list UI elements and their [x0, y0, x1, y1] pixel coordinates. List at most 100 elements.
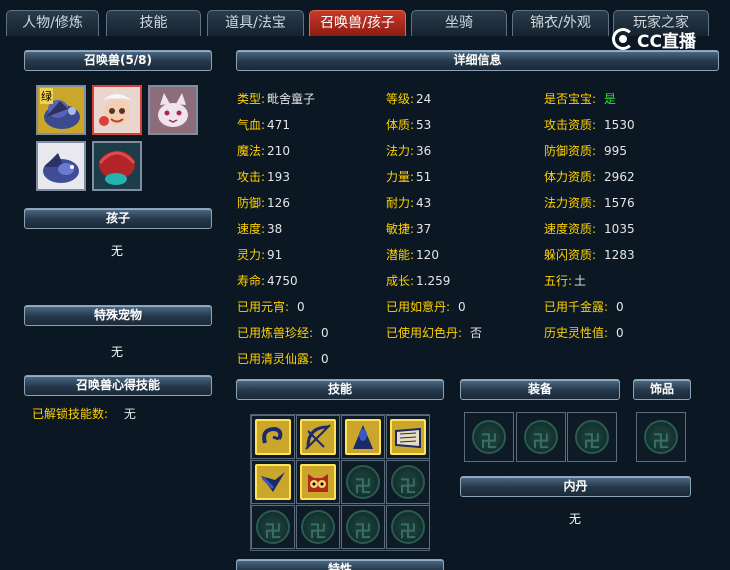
empty-slot-emblem-icon: [301, 510, 335, 544]
skill-slot-11-empty[interactable]: [341, 505, 385, 549]
tab-pets-children[interactable]: 召唤兽/孩子: [309, 10, 406, 36]
stat-label: 耐力:: [386, 196, 415, 210]
stat-hp: 气血: 471: [237, 116, 290, 133]
empty-slot-emblem-icon: [256, 510, 290, 544]
stat-speed: 速度: 38: [237, 220, 282, 237]
owl-skill-icon: [300, 464, 336, 500]
stat-value: 否: [470, 326, 483, 340]
children-header: 孩子: [24, 208, 212, 229]
cc-logo-icon: [612, 28, 634, 50]
unlocked-skills-label: 已解锁技能数:: [32, 407, 109, 421]
used-qingling-dew: 已用清灵仙露: 0: [237, 350, 329, 367]
stat-label: 法力:: [386, 144, 415, 158]
stat-value: 37: [416, 222, 432, 236]
stat-value: 2962: [604, 170, 635, 184]
shadow-skill-icon: [345, 419, 381, 455]
stat-label: 攻击:: [237, 170, 266, 184]
hook-skill-icon: [255, 419, 291, 455]
pet-slot-2-selected[interactable]: [92, 85, 142, 135]
tab-items[interactable]: 道具/法宝: [207, 10, 304, 36]
stat-value: 91: [267, 248, 283, 262]
stat-defense-aptitude: 防御资质: 995: [544, 142, 627, 159]
scroll-skill-icon: [390, 419, 426, 455]
tab-outfit[interactable]: 锦衣/外观: [512, 10, 609, 36]
empty-slot-emblem-icon: [391, 510, 425, 544]
stat-label: 已使用幻色丹:: [386, 326, 463, 340]
stat-lifespan: 寿命: 4750: [237, 272, 298, 289]
child-pet-icon: [94, 87, 140, 133]
stat-value: 1.259: [416, 274, 451, 288]
empty-slot-emblem-icon: [391, 465, 425, 499]
skill-slot-10-empty[interactable]: [296, 505, 340, 549]
stat-value: 毗舍童子: [267, 92, 316, 106]
skill-slot-3[interactable]: [341, 415, 385, 459]
pet-slot-4[interactable]: [36, 141, 86, 191]
stat-value: 36: [416, 144, 432, 158]
stat-label: 等级:: [386, 92, 415, 106]
stat-label: 躲闪资质:: [544, 248, 597, 262]
skill-slot-1[interactable]: [251, 415, 295, 459]
cc-live-watermark: CC直播: [612, 26, 722, 52]
stat-value: 120: [416, 248, 439, 262]
stat-value: 0: [616, 300, 624, 314]
tab-skills[interactable]: 技能: [106, 10, 201, 36]
stat-value: 0: [321, 352, 329, 366]
skill-slot-9-empty[interactable]: [251, 505, 295, 549]
stat-label: 防御:: [237, 196, 266, 210]
stat-growth: 成长: 1.259: [386, 272, 450, 289]
stat-value: 210: [267, 144, 290, 158]
stat-strength: 力量: 51: [386, 168, 431, 185]
stat-value: 43: [416, 196, 432, 210]
stat-value: 1530: [604, 118, 635, 132]
used-lantern: 已用元宵: 0: [237, 298, 305, 315]
stat-label: 已用元宵:: [237, 300, 290, 314]
stat-stamina-aptitude: 体力资质: 2962: [544, 168, 635, 185]
children-value: 无: [111, 244, 124, 258]
used-ruyi-pill: 已用如意丹: 0: [386, 298, 466, 315]
blue-bird-pet-icon: [38, 143, 84, 189]
equipment-slot-1[interactable]: [464, 412, 514, 462]
tab-character[interactable]: 人物/修炼: [6, 10, 99, 36]
equipment-slot-3[interactable]: [567, 412, 617, 462]
shield-skill-icon: [255, 464, 291, 500]
skill-slot-7-empty[interactable]: [341, 460, 385, 504]
pet-slot-1[interactable]: 绿: [36, 85, 86, 135]
empty-slot-emblem-icon: [472, 420, 506, 454]
pet-slot-3[interactable]: [148, 85, 198, 135]
stat-spirit: 灵力: 91: [237, 246, 282, 263]
pets-header: 召唤兽(5/8): [24, 50, 212, 71]
stat-label: 速度:: [237, 222, 266, 236]
ornament-slot[interactable]: [636, 412, 686, 462]
stat-value: 193: [267, 170, 290, 184]
stat-potential: 潜能: 120: [386, 246, 439, 263]
stat-mp: 魔法: 210: [237, 142, 290, 159]
skill-slot-8-empty[interactable]: [386, 460, 430, 504]
skill-slot-4[interactable]: [386, 415, 430, 459]
skill-slot-5[interactable]: [251, 460, 295, 504]
details-header: 详细信息: [236, 50, 719, 71]
skill-slot-6[interactable]: [296, 460, 340, 504]
stat-label: 灵力:: [237, 248, 266, 262]
pet-slot-5[interactable]: [92, 141, 142, 191]
stat-label: 五行:: [544, 274, 573, 288]
stat-value: 53: [416, 118, 432, 132]
stat-value: 4750: [267, 274, 298, 288]
stat-level: 等级: 24: [386, 90, 431, 107]
bow-skill-icon: [300, 419, 336, 455]
equipment-header: 装备: [460, 379, 620, 400]
stat-label: 类型:: [237, 92, 266, 106]
skill-slot-2[interactable]: [296, 415, 340, 459]
skill-slot-12-empty[interactable]: [386, 505, 430, 549]
stat-is-baby: 是否宝宝: 是: [544, 90, 616, 107]
stat-value: 是: [604, 92, 617, 106]
stat-label: 防御资质:: [544, 144, 597, 158]
unlocked-skills-row: 已解锁技能数: 无: [32, 405, 136, 422]
stat-label: 寿命:: [237, 274, 266, 288]
stat-attack-aptitude: 攻击资质: 1530: [544, 116, 635, 133]
tab-mount[interactable]: 坐骑: [411, 10, 507, 36]
traits-header: 特性: [236, 559, 444, 570]
empty-slot-emblem-icon: [524, 420, 558, 454]
pet-badge: 绿: [40, 88, 53, 104]
stat-type: 类型: 毗舍童子: [237, 90, 315, 107]
equipment-slot-2[interactable]: [516, 412, 566, 462]
